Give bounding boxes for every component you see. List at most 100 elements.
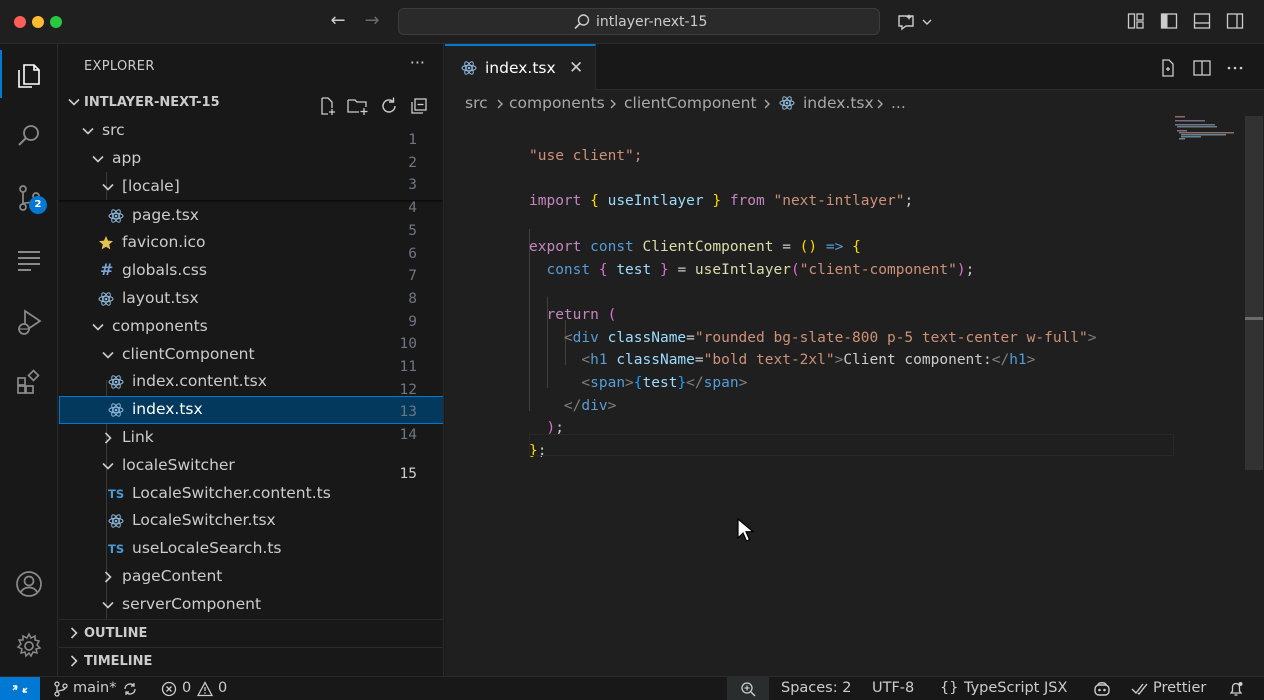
timeline-section-label: TIMELINE: [84, 654, 153, 669]
editor-tab-bar: index.tsx ✕: [445, 44, 1264, 90]
outline-icon[interactable]: [0, 234, 58, 282]
extensions-icon[interactable]: [0, 356, 58, 404]
more-actions-icon[interactable]: ···: [410, 53, 425, 72]
css-file-icon: #: [100, 260, 114, 279]
tree-file-uselocalesearch-ts[interactable]: TS useLocaleSearch.ts: [59, 535, 443, 563]
nav-forward-button[interactable]: →: [360, 10, 384, 34]
run-debug-icon[interactable]: [0, 296, 58, 344]
new-folder-icon[interactable]: [347, 96, 369, 116]
react-icon: [108, 514, 124, 528]
activity-bar: 2: [0, 44, 58, 676]
tree-item-label: useLocaleSearch.ts: [132, 539, 282, 557]
chevron-right-icon: [610, 99, 616, 109]
indentation-indicator[interactable]: Spaces: 2: [781, 680, 851, 696]
encoding-indicator[interactable]: UTF-8: [872, 680, 914, 696]
chevron-right-icon: [104, 571, 112, 583]
minimap[interactable]: [1175, 114, 1245, 154]
open-changes-icon[interactable]: [1158, 58, 1178, 78]
breadcrumb-item[interactable]: clientComponent: [624, 94, 757, 112]
chevron-down-icon: [92, 155, 104, 163]
language-braces-icon: {}: [940, 680, 959, 696]
command-center[interactable]: intlayer-next-15: [398, 8, 880, 35]
settings-gear-icon[interactable]: [0, 620, 58, 668]
code-line-2: 2: [408, 139, 1185, 171]
chevron-down-icon: [102, 601, 114, 609]
tree-folder-serverComponent[interactable]: serverComponent: [59, 591, 443, 619]
code-line-15: 15: [400, 433, 1185, 482]
chevron-down-icon: [102, 462, 114, 470]
more-actions-icon[interactable]: [1225, 58, 1245, 78]
search-icon[interactable]: [0, 110, 58, 158]
code-line-7: 7: [408, 252, 1185, 284]
tree-file-localeswitcher-content-ts[interactable]: TS LocaleSwitcher.content.ts: [59, 480, 443, 508]
code-line-3: 3 import { useIntlayer } from "next-intl…: [408, 161, 1185, 209]
tree-item-label: layout.tsx: [122, 289, 199, 307]
line-number: 12: [399, 381, 417, 398]
line-number: 15: [399, 465, 417, 482]
maximize-window-button[interactable]: [50, 16, 62, 28]
line-number: 8: [408, 290, 417, 307]
prettier-indicator[interactable]: Prettier: [1153, 680, 1206, 696]
tree-item-label: index.content.tsx: [132, 372, 267, 390]
git-branch-label[interactable]: main*: [73, 680, 116, 696]
tree-item-label: LocaleSwitcher.tsx: [132, 511, 276, 529]
mouse-pointer-icon: [737, 518, 755, 542]
close-window-button[interactable]: [14, 16, 26, 28]
collapse-all-icon[interactable]: [409, 96, 429, 116]
tree-item-label: globals.css: [122, 261, 207, 279]
status-bar: main* 0 0 Spaces: 2 UTF-8 {} TypeScript …: [0, 676, 1264, 700]
source-control-badge: 2: [29, 196, 47, 214]
warning-icon: [197, 681, 213, 697]
toggle-primary-sidebar-icon[interactable]: [1160, 12, 1178, 30]
warning-count[interactable]: 0: [218, 680, 227, 696]
chevron-down-icon: [82, 127, 94, 135]
tree-item-label: [locale]: [122, 177, 180, 195]
breadcrumb-item[interactable]: src: [465, 94, 488, 112]
search-icon: [574, 14, 590, 30]
close-tab-icon[interactable]: ✕: [569, 58, 583, 78]
tree-folder-pageContent[interactable]: pageContent: [59, 563, 443, 591]
sync-icon[interactable]: [122, 681, 138, 697]
vertical-scrollbar[interactable]: [1245, 116, 1263, 470]
line-number: 4: [408, 200, 417, 217]
tree-item-label: components: [112, 317, 208, 335]
react-icon: [108, 403, 124, 417]
chevron-down-icon: [102, 351, 114, 359]
tab-index-tsx[interactable]: index.tsx ✕: [445, 44, 596, 90]
copilot-chat-icon[interactable]: [896, 12, 936, 32]
remote-indicator[interactable]: [0, 677, 40, 700]
line-number: 10: [399, 336, 417, 353]
tree-item-label: Link: [122, 428, 154, 446]
editor-area: index.tsx ✕ src components clientCompone…: [400, 44, 1264, 676]
breadcrumb-item[interactable]: index.tsx: [803, 94, 874, 112]
language-mode-indicator[interactable]: TypeScript JSX: [964, 680, 1067, 696]
double-check-icon: [1131, 683, 1148, 696]
nav-back-button[interactable]: ←: [326, 10, 350, 34]
react-icon: [108, 209, 124, 223]
zoom-in-icon: [741, 682, 756, 697]
toggle-panel-icon[interactable]: [1193, 12, 1211, 30]
explorer-icon[interactable]: [0, 50, 58, 98]
line-number: 14: [399, 427, 417, 444]
react-icon: [98, 292, 114, 306]
tree-item-label: localeSwitcher: [122, 456, 235, 474]
toggle-secondary-sidebar-icon[interactable]: [1226, 12, 1244, 30]
minimize-window-button[interactable]: [32, 16, 44, 28]
refresh-icon[interactable]: [379, 96, 399, 116]
tree-file-localeswitcher-tsx[interactable]: LocaleSwitcher.tsx: [59, 507, 443, 535]
notifications-bell-icon[interactable]: [1228, 681, 1244, 697]
split-editor-icon[interactable]: [1192, 58, 1212, 78]
account-icon[interactable]: [0, 558, 58, 606]
copilot-icon[interactable]: [1093, 680, 1111, 698]
zoom-indicator[interactable]: [727, 677, 769, 700]
error-count[interactable]: 0: [182, 680, 191, 696]
outline-section-header[interactable]: OUTLINE: [59, 619, 443, 647]
code-line-10: 10 <h1 className="bold text-2xl">Client …: [400, 320, 1185, 368]
source-control-icon[interactable]: [0, 172, 58, 220]
timeline-section-header[interactable]: TIMELINE: [59, 647, 443, 675]
layout-customize-icon[interactable]: [1127, 12, 1145, 30]
star-icon: [99, 236, 113, 250]
new-file-icon[interactable]: [317, 96, 337, 116]
breadcrumb-item[interactable]: ...: [891, 94, 906, 112]
breadcrumb-item[interactable]: components: [509, 94, 605, 112]
